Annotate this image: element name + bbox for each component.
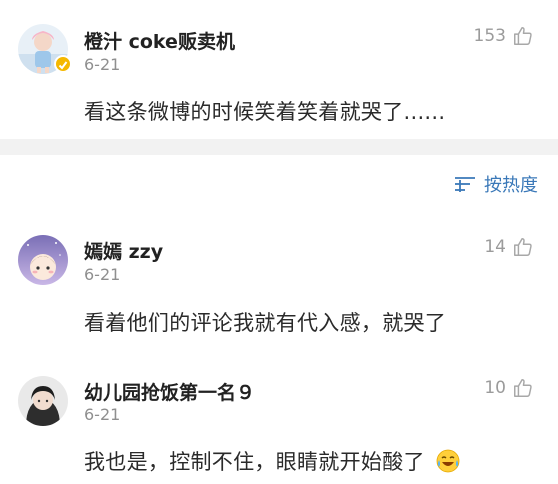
comment-text-row: 我也是，控制不住，眼睛就开始酸了 bbox=[84, 446, 460, 476]
comment-username[interactable]: 橙汁 coke贩卖机 bbox=[84, 27, 235, 54]
like-button[interactable]: 153 bbox=[474, 25, 534, 47]
comment-text: 我也是，控制不住，眼睛就开始酸了 bbox=[84, 450, 425, 474]
section-divider bbox=[0, 139, 558, 155]
thumbs-up-icon bbox=[514, 27, 532, 45]
like-count: 10 bbox=[484, 378, 506, 398]
comment-username[interactable]: 嫣嫣 zzy bbox=[84, 237, 163, 264]
comment-username[interactable]: 幼儿园抢饭第一名９ bbox=[84, 378, 255, 405]
comment-date: 6-21 bbox=[84, 265, 121, 284]
verified-badge-icon bbox=[54, 55, 72, 73]
sort-label: 按热度 bbox=[484, 175, 538, 196]
avatar[interactable] bbox=[18, 376, 68, 426]
thumbs-up-icon bbox=[514, 238, 532, 256]
comment-text: 看这条微博的时候笑着笑着就哭了...... bbox=[84, 100, 446, 124]
sort-by-heat-button[interactable]: 按热度 bbox=[454, 171, 538, 197]
comment-date: 6-21 bbox=[84, 55, 121, 74]
like-count: 153 bbox=[473, 26, 506, 46]
crying-laughing-emoji-icon bbox=[436, 449, 460, 473]
comment-text: 看着他们的评论我就有代入感，就哭了 bbox=[84, 311, 447, 335]
comment-date: 6-21 bbox=[84, 405, 121, 424]
like-button[interactable]: 14 bbox=[484, 236, 534, 258]
like-button[interactable]: 10 bbox=[484, 377, 534, 399]
like-count: 14 bbox=[484, 237, 506, 257]
thumbs-up-icon bbox=[514, 379, 532, 397]
avatar[interactable] bbox=[18, 235, 68, 285]
sort-lines-icon bbox=[455, 177, 475, 192]
comment-item: 橙汁 coke贩卖机 6-21 153 看这条微博的时候笑着笑着就哭了.....… bbox=[0, 0, 558, 139]
